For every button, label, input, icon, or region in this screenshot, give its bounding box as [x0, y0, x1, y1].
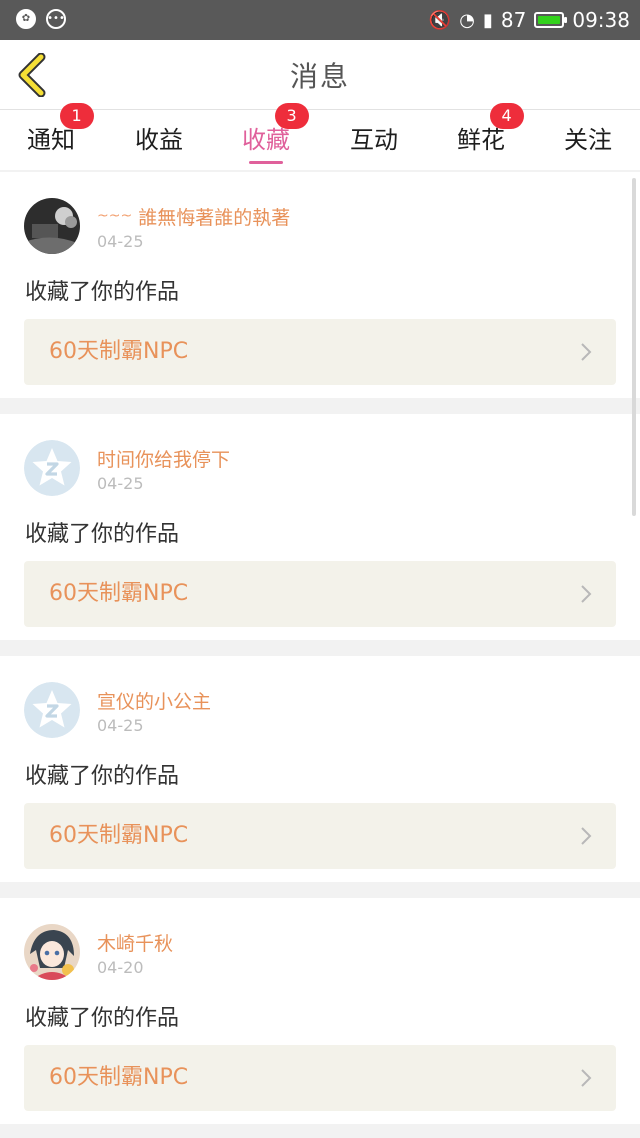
scrollbar[interactable] — [632, 178, 636, 516]
wifi-icon: ◔ — [459, 9, 475, 31]
signal-icon: ▮ — [483, 9, 493, 31]
tab-bar: 通知 1 收益 收藏 3 互动 鲜花 4 关注 — [0, 103, 640, 170]
list-item: ~~~ 誰無悔著誰的執著 04-25 收藏了你的作品 60天制霸NPC — [0, 172, 640, 398]
list-item: 木崎千秋 04-20 收藏了你的作品 60天制霸NPC — [0, 898, 640, 1124]
tab-label: 互动 — [350, 126, 398, 154]
work-link[interactable]: 60天制霸NPC — [24, 803, 616, 869]
avatar[interactable] — [24, 924, 80, 980]
status-bar: ✿ ••• 🔇 ◔ ▮ 87 09:38 — [0, 0, 640, 40]
username: 宣仪的小公主 — [97, 691, 212, 713]
avatar[interactable] — [24, 198, 80, 254]
username-link[interactable]: ~~~ 誰無悔著誰的執著 — [97, 203, 290, 230]
battery-percentage: 87 — [500, 8, 527, 32]
username: 时间你给我停下 — [97, 449, 231, 471]
username-link[interactable]: 木崎千秋 — [97, 929, 173, 956]
unread-badge: 4 — [489, 103, 524, 129]
tab-flowers[interactable]: 鲜花 4 — [457, 103, 524, 170]
notification-date: 04-20 — [97, 958, 144, 977]
active-tab-indicator — [249, 161, 283, 164]
username: 木崎千秋 — [97, 933, 174, 955]
work-link[interactable]: 60天制霸NPC — [24, 1045, 616, 1111]
tab-label: 关注 — [564, 126, 612, 154]
mute-icon: 🔇 — [428, 9, 452, 31]
battery-icon — [534, 12, 568, 28]
notification-date: 04-25 — [97, 474, 144, 493]
status-notification-icons: ✿ ••• — [16, 9, 66, 29]
page-title: 消息 — [289, 60, 350, 93]
action-text: 收藏了你的作品 — [25, 764, 180, 789]
tab-label: 收益 — [135, 126, 183, 154]
unread-badge: 3 — [274, 103, 309, 129]
username-link[interactable]: 时间你给我停下 — [97, 445, 230, 472]
username-link[interactable]: 宣仪的小公主 — [97, 687, 211, 714]
user-photo-icon — [24, 198, 80, 254]
action-text: 收藏了你的作品 — [25, 522, 180, 547]
tab-favorites[interactable]: 收藏 3 — [242, 103, 309, 170]
notification-date: 04-25 — [97, 232, 144, 251]
header-bar: 消息 — [0, 40, 640, 110]
chevron-right-icon — [581, 1069, 592, 1087]
action-text: 收藏了你的作品 — [25, 1006, 180, 1031]
back-button[interactable] — [8, 50, 58, 100]
work-title: 60天制霸NPC — [49, 339, 189, 364]
work-link[interactable]: 60天制霸NPC — [24, 561, 616, 627]
username: 誰無悔著誰的執著 — [138, 207, 291, 229]
username-decoration: ~~~ — [97, 208, 133, 224]
default-avatar-icon — [24, 682, 80, 738]
avatar[interactable] — [24, 440, 80, 496]
chevron-right-icon — [581, 585, 592, 603]
tab-interactions[interactable]: 互动 — [350, 110, 398, 170]
default-avatar-icon — [24, 440, 80, 496]
work-title: 60天制霸NPC — [49, 581, 189, 606]
user-photo-icon — [24, 924, 80, 980]
back-arrow-icon — [18, 53, 46, 97]
app-notification-icon: ✿ — [16, 9, 36, 29]
chevron-right-icon — [581, 827, 592, 845]
tab-notice[interactable]: 通知 1 — [27, 103, 94, 170]
status-indicators: 🔇 ◔ ▮ 87 09:38 — [429, 0, 630, 40]
tab-follows[interactable]: 关注 — [564, 110, 612, 170]
unread-badge: 1 — [59, 103, 94, 129]
action-text: 收藏了你的作品 — [25, 280, 180, 305]
work-title: 60天制霸NPC — [49, 823, 189, 848]
list-item: 宣仪的小公主 04-25 收藏了你的作品 60天制霸NPC — [0, 656, 640, 882]
chat-notification-icon: ••• — [46, 9, 66, 29]
list-item: 时间你给我停下 04-25 收藏了你的作品 60天制霸NPC — [0, 414, 640, 640]
avatar[interactable] — [24, 682, 80, 738]
tab-earnings[interactable]: 收益 — [135, 110, 183, 170]
work-link[interactable]: 60天制霸NPC — [24, 319, 616, 385]
chevron-right-icon — [581, 343, 592, 361]
notification-date: 04-25 — [97, 716, 144, 735]
clock: 09:38 — [572, 8, 630, 32]
work-title: 60天制霸NPC — [49, 1065, 189, 1090]
